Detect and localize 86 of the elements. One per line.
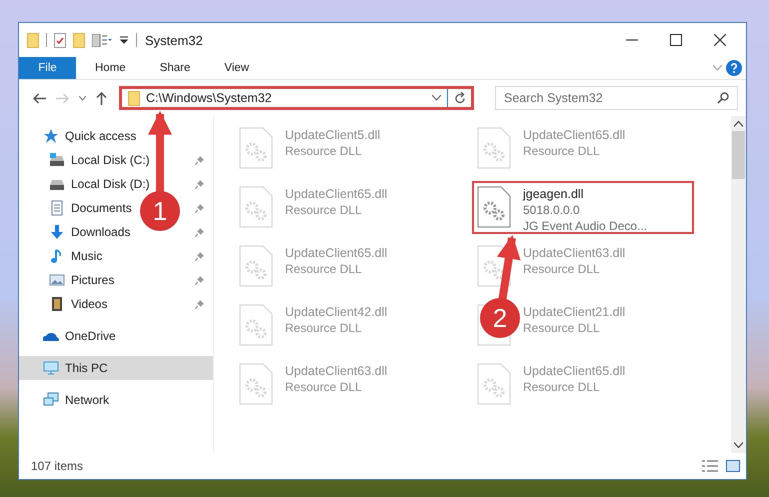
item-count: 107 items xyxy=(31,459,84,473)
gear-file-icon xyxy=(239,186,273,228)
file-detail: Resource DLL xyxy=(523,261,601,277)
system-drive-icon xyxy=(49,152,65,168)
nav-item[interactable]: Videos xyxy=(19,292,110,316)
nav-item[interactable]: Music xyxy=(19,244,104,268)
close-icon[interactable] xyxy=(714,34,726,46)
gear-file-icon xyxy=(477,186,511,228)
pin-icon[interactable] xyxy=(195,299,205,309)
nav-item[interactable]: Pictures xyxy=(19,268,116,292)
gear-file-icon xyxy=(239,127,273,169)
pin-icon[interactable] xyxy=(195,275,205,285)
ribbon-tab[interactable]: File xyxy=(19,57,76,79)
pin-icon[interactable] xyxy=(195,179,205,189)
nav-item[interactable]: Local Disk (C:) xyxy=(19,148,152,172)
file-name: UpdateClient42.dll xyxy=(285,304,388,320)
file-detail: Resource DLL xyxy=(285,320,363,336)
computer-icon xyxy=(43,360,59,376)
properties-icon xyxy=(54,32,66,48)
up-arrow-icon[interactable] xyxy=(96,92,107,104)
ribbon-tab[interactable]: View xyxy=(209,57,264,79)
address-text: C:\Windows\System32 xyxy=(146,91,273,105)
search-icon[interactable] xyxy=(717,92,729,104)
nav-item[interactable]: Downloads xyxy=(19,220,132,244)
gear-file-icon xyxy=(239,363,273,405)
gear-file-icon xyxy=(477,127,511,169)
details-view-icon[interactable] xyxy=(702,460,718,472)
chevron-down-icon[interactable] xyxy=(734,442,743,448)
step-badge: 1 xyxy=(140,191,180,231)
file-detail: Resource DLL xyxy=(523,320,601,336)
file-name: UpdateClient65.dll xyxy=(285,245,388,261)
back-arrow-icon[interactable] xyxy=(33,92,46,104)
file-name: UpdateClient65.dll xyxy=(285,186,388,202)
nav-item[interactable]: Quick access xyxy=(19,124,213,148)
file-item[interactable]: jgeagen.dll 5018.0.0.0 JG Event Audio Deco... xyxy=(472,181,694,234)
scrollbar-thumb[interactable] xyxy=(732,131,745,179)
nav-item[interactable]: This PC xyxy=(19,356,213,380)
pictures-icon xyxy=(49,272,65,288)
scrollbar[interactable] xyxy=(731,116,746,453)
view-layout-icon xyxy=(92,34,112,46)
file-detail: 5018.0.0.0 xyxy=(523,202,581,218)
folder-icon xyxy=(27,32,39,48)
gear-file-icon xyxy=(239,304,273,346)
documents-icon xyxy=(49,200,65,216)
star-icon xyxy=(43,128,59,144)
pin-icon[interactable] xyxy=(195,251,205,261)
file-name: jgeagen.dll xyxy=(523,186,584,202)
address-field[interactable]: C:\Windows\System32 xyxy=(119,86,474,110)
file-name: UpdateClient63.dll xyxy=(523,245,626,261)
file-detail: Resource DLL xyxy=(285,202,363,218)
file-detail: Resource DLL xyxy=(285,143,363,159)
file-name: UpdateClient65.dll xyxy=(523,127,626,143)
window-title: System32 xyxy=(145,32,203,48)
nav-item[interactable]: Network xyxy=(19,388,213,412)
file-detail: JG Event Audio Deco... xyxy=(523,218,648,234)
pin-icon[interactable] xyxy=(195,227,205,237)
file-name: UpdateClient63.dll xyxy=(285,363,388,379)
help-icon[interactable] xyxy=(726,60,742,76)
nav-item[interactable]: OneDrive xyxy=(19,324,213,348)
file-detail: Resource DLL xyxy=(285,379,363,395)
pin-icon[interactable] xyxy=(195,155,205,165)
nav-item[interactable]: Documents xyxy=(19,196,134,220)
chevron-down-icon[interactable] xyxy=(432,95,441,101)
file-name: UpdateClient21.dll xyxy=(523,304,626,320)
folder-icon xyxy=(73,32,85,48)
step-badge: 2 xyxy=(480,298,520,338)
ribbon-tab[interactable]: Share xyxy=(144,57,206,79)
file-detail: Resource DLL xyxy=(285,261,363,277)
videos-icon xyxy=(49,296,65,312)
folder-icon xyxy=(128,90,140,106)
gear-file-icon xyxy=(239,245,273,287)
file-name: UpdateClient5.dll xyxy=(285,127,380,143)
network-icon xyxy=(43,392,59,408)
gear-file-icon xyxy=(477,363,511,405)
refresh-icon[interactable] xyxy=(454,92,466,104)
file-name: UpdateClient65.dll xyxy=(523,363,626,379)
file-detail: Resource DLL xyxy=(523,379,601,395)
file-detail: Resource DLL xyxy=(523,143,601,159)
pin-icon[interactable] xyxy=(195,203,205,213)
ribbon-tab[interactable]: Home xyxy=(80,57,141,79)
chevron-up-icon[interactable] xyxy=(734,121,743,127)
dropdown-icon[interactable] xyxy=(119,35,129,45)
maximize-icon[interactable] xyxy=(670,34,682,46)
downloads-icon xyxy=(49,224,65,240)
search-field[interactable]: Search System32 xyxy=(495,86,738,110)
large-icons-view-icon[interactable] xyxy=(726,460,740,472)
